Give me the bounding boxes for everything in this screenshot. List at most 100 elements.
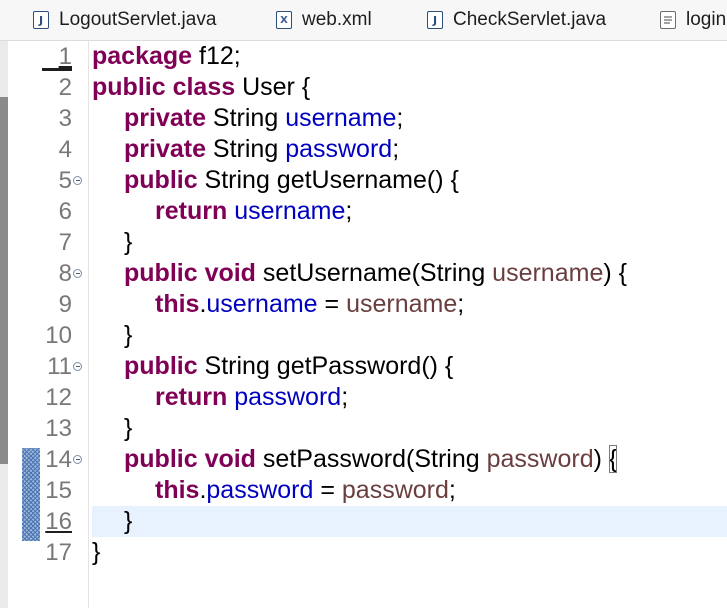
keyword-token: void — [204, 259, 256, 287]
code-line[interactable]: 13} — [0, 413, 727, 444]
fold-collapse-icon[interactable] — [73, 176, 82, 185]
keyword-token: public — [124, 166, 198, 194]
code-text: package f12; — [92, 41, 241, 72]
code-line[interactable]: 5 public String getUsername() { — [0, 165, 727, 196]
line-number: 15 — [45, 477, 72, 504]
field-token: username — [285, 104, 397, 132]
tab-logoutservlet-java[interactable]: J LogoutServlet.java — [33, 0, 216, 40]
field-token: username — [234, 197, 346, 225]
code-token: } — [124, 414, 133, 442]
code-text: public String getPassword() { — [124, 351, 453, 382]
keyword-token: private — [124, 104, 206, 132]
code-text: private String username; — [124, 103, 403, 134]
code-line[interactable]: 15 this.password = password; — [0, 475, 727, 506]
line-number: 17 — [45, 539, 72, 566]
keyword-token: private — [124, 135, 206, 163]
keyword-token: public — [124, 259, 198, 287]
tab-web-xml[interactable]: X web.xml — [276, 0, 372, 40]
code-line[interactable]: 14 public void setPassword(String passwor… — [0, 444, 727, 475]
tab-label: CheckServlet.java — [453, 9, 607, 30]
code-token: String getPassword() { — [197, 352, 454, 380]
code-line[interactable]: 16} — [0, 506, 727, 537]
code-line[interactable]: 4 private String password; — [0, 134, 727, 165]
parameter-token: password — [341, 476, 449, 504]
code-line[interactable]: 3 private String username; — [0, 103, 727, 134]
code-text: this.password = password; — [155, 475, 456, 506]
tab-label: LogoutServlet.java — [59, 9, 217, 30]
code-token: ; — [345, 197, 353, 225]
keyword-token: public — [124, 352, 198, 380]
code-token: ; — [341, 383, 349, 411]
code-token: f12; — [192, 42, 241, 70]
line-number: 5 — [58, 167, 72, 194]
code-text: public String getUsername() { — [124, 165, 459, 196]
line-number: 3 — [58, 105, 72, 132]
keyword-token: void — [204, 445, 256, 473]
line-number: 10 — [45, 322, 72, 349]
code-text: } — [124, 506, 132, 537]
code-token: ; — [392, 135, 400, 163]
code-token: String getUsername() { — [197, 166, 459, 194]
line-number: 14 — [45, 446, 72, 473]
code-text: } — [124, 320, 132, 351]
matching-bracket: { — [608, 445, 618, 473]
tab-checkservlet-java[interactable]: J CheckServlet.java — [427, 0, 606, 40]
fold-collapse-icon[interactable] — [73, 455, 82, 464]
parameter-token: username — [492, 259, 604, 287]
line-number: 8 — [58, 260, 72, 287]
line-number: 4 — [58, 136, 72, 163]
code-line[interactable]: 7} — [0, 227, 727, 258]
keyword-token: return — [155, 197, 228, 225]
code-text: private String password; — [124, 134, 399, 165]
code-line[interactable]: 10} — [0, 320, 727, 351]
code-text: public void setPassword(String password)… — [124, 444, 618, 475]
code-token: setPassword(String — [255, 445, 487, 473]
document-file-icon — [660, 11, 676, 29]
line-number: 11 — [47, 353, 72, 380]
field-token: password — [234, 383, 342, 411]
parameter-token: username — [346, 290, 458, 318]
code-token: } — [92, 538, 101, 566]
code-line[interactable]: 17} — [0, 537, 727, 568]
tab-login[interactable]: login — [660, 0, 726, 40]
java-file-icon: J — [427, 11, 443, 29]
code-token: String — [205, 135, 286, 163]
code-text: return password; — [155, 382, 348, 413]
keyword-token: class — [172, 73, 236, 101]
current-line-highlight — [92, 506, 727, 537]
code-text: this.username = username; — [155, 289, 464, 320]
tab-label: web.xml — [302, 9, 372, 30]
keyword-token: this — [155, 476, 200, 504]
line-number: 1 — [58, 43, 72, 70]
keyword-token: public — [124, 445, 198, 473]
code-text: } — [124, 227, 132, 258]
code-line[interactable]: 9 this.username = username; — [0, 289, 727, 320]
java-file-icon: J — [33, 11, 49, 29]
code-token: = — [317, 290, 347, 318]
code-token: setUsername(String — [255, 259, 493, 287]
line-number: 13 — [45, 415, 72, 442]
keyword-token: package — [92, 42, 193, 70]
fold-collapse-icon[interactable] — [73, 362, 82, 371]
field-token: username — [206, 290, 318, 318]
code-line[interactable]: 8 public void setUsername(String username… — [0, 258, 727, 289]
line-number: 2 — [58, 74, 72, 101]
xml-file-icon: X — [276, 11, 292, 29]
code-line[interactable]: 12 return password; — [0, 382, 727, 413]
code-line[interactable]: 2 public class User { — [0, 72, 727, 103]
code-text: public class User { — [92, 72, 310, 103]
line-number: 12 — [45, 384, 72, 411]
field-token: password — [285, 135, 393, 163]
code-token: ) { — [603, 259, 627, 287]
code-token: User { — [235, 73, 311, 101]
fold-collapse-icon[interactable] — [73, 269, 82, 278]
code-line[interactable]: 6 return username; — [0, 196, 727, 227]
code-line[interactable]: 1 package f12; — [0, 41, 727, 72]
tab-label: login — [686, 9, 727, 30]
code-token: = — [313, 476, 342, 504]
code-line[interactable]: 11 public String getPassword() { — [0, 351, 727, 382]
field-token: password — [206, 476, 314, 504]
